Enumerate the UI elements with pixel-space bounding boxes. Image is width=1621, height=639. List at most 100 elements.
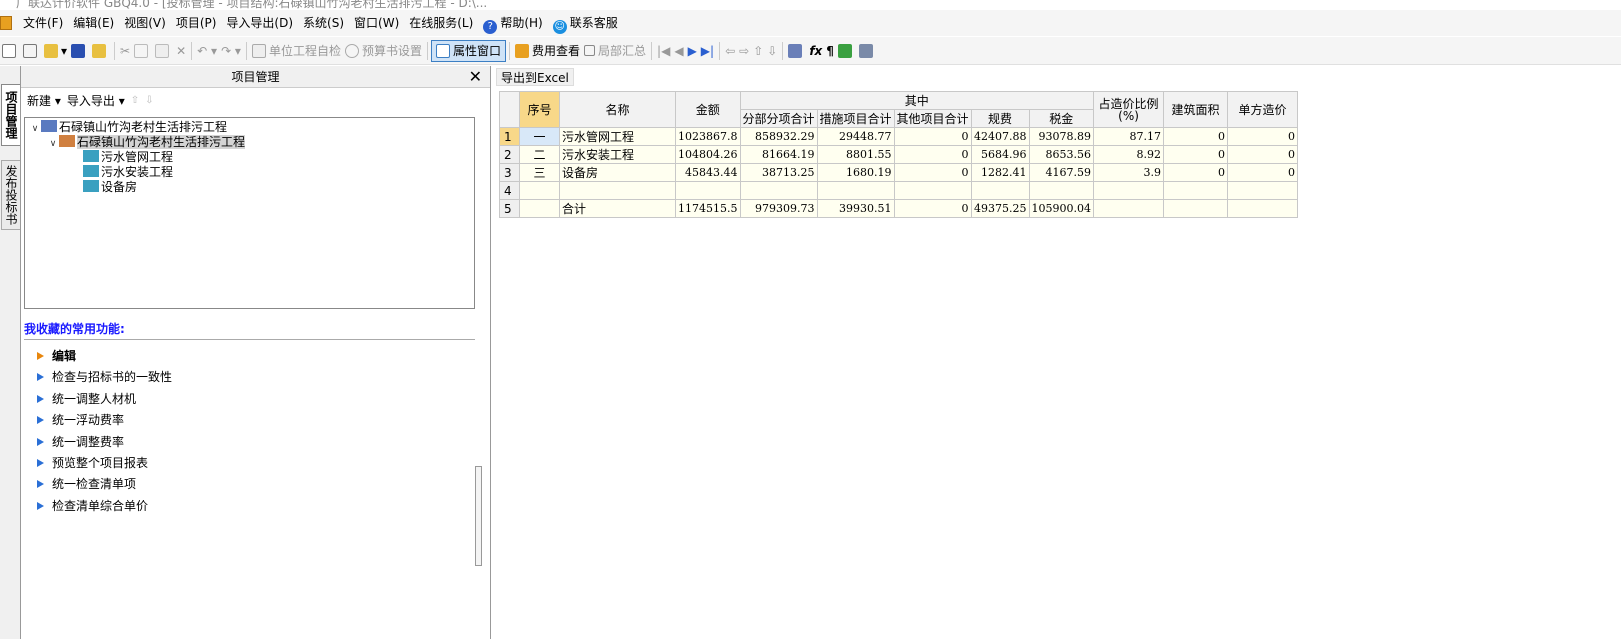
cell-fees[interactable]: 1282.41 bbox=[970, 163, 1030, 182]
col-area[interactable]: 建筑面积 bbox=[1163, 91, 1229, 128]
cell-amount[interactable]: 1023867.8 bbox=[675, 127, 741, 146]
favorite-item[interactable]: 统一检查清单项 bbox=[37, 474, 172, 495]
new-file-button[interactable] bbox=[0, 40, 21, 62]
cell-sub-items[interactable]: 979309.73 bbox=[739, 199, 818, 218]
cell-seq[interactable]: 一 bbox=[519, 127, 560, 146]
close-icon[interactable]: ✕ bbox=[469, 66, 482, 88]
cell-amount[interactable] bbox=[675, 181, 741, 200]
cell-tax[interactable] bbox=[1028, 181, 1095, 200]
table-row-total[interactable]: 5 合计 1174515.5 979309.73 39930.51 0 4937… bbox=[499, 199, 1299, 218]
cell-sub-items[interactable]: 858932.29 bbox=[739, 127, 818, 146]
move-up-icon[interactable]: ⇧ bbox=[131, 95, 139, 106]
favorite-item[interactable]: 统一调整费率 bbox=[37, 432, 172, 453]
tree-node-unit[interactable]: 污水管网工程 bbox=[83, 149, 173, 165]
cell-unit-cost[interactable]: 0 bbox=[1227, 163, 1299, 182]
collapse-icon[interactable]: ∨ bbox=[47, 136, 59, 152]
cell-other[interactable]: 0 bbox=[893, 145, 972, 164]
paste-button[interactable] bbox=[153, 40, 174, 62]
delete-button[interactable]: ✕ bbox=[174, 40, 188, 62]
tree-node-unit[interactable]: 污水安装工程 bbox=[83, 164, 173, 180]
move-right-button[interactable]: ⇨ bbox=[737, 40, 751, 62]
favorite-edit[interactable]: 编辑 bbox=[37, 346, 172, 367]
col-name[interactable]: 名称 bbox=[559, 91, 676, 128]
col-amount[interactable]: 金额 bbox=[675, 91, 741, 128]
move-down-icon[interactable]: ⇩ bbox=[145, 95, 153, 106]
cell-measures[interactable]: 29448.77 bbox=[816, 127, 895, 146]
tab-publish-bid[interactable]: 发布投标书 bbox=[1, 160, 20, 230]
cell-area[interactable]: 0 bbox=[1163, 127, 1229, 146]
cell-fees[interactable] bbox=[970, 181, 1030, 200]
cell-fees[interactable]: 5684.96 bbox=[970, 145, 1030, 164]
cell-tax[interactable]: 93078.89 bbox=[1028, 127, 1095, 146]
folder-button[interactable] bbox=[90, 40, 111, 62]
favorite-item[interactable]: 预览整个项目报表 bbox=[37, 453, 172, 474]
favorite-item[interactable]: 统一浮动费率 bbox=[37, 410, 172, 431]
menu-import-export[interactable]: 导入导出(D) bbox=[221, 13, 298, 33]
cell-ratio[interactable] bbox=[1093, 199, 1165, 218]
cell-measures[interactable]: 1680.19 bbox=[816, 163, 895, 182]
new-project-button[interactable] bbox=[21, 40, 42, 62]
cell-sub-items[interactable] bbox=[739, 181, 818, 200]
table-row[interactable]: 1 一 污水管网工程 1023867.8 858932.29 29448.77 … bbox=[499, 127, 1299, 146]
table-row[interactable]: 4 bbox=[499, 181, 1299, 200]
paragraph-button[interactable]: ¶ bbox=[824, 40, 836, 62]
next-button[interactable]: ▶ bbox=[686, 40, 699, 62]
col-ratio[interactable]: 占造价比例(%) bbox=[1093, 91, 1165, 128]
cell-unit-cost[interactable] bbox=[1227, 181, 1299, 200]
cube-button[interactable] bbox=[836, 40, 857, 62]
menu-system[interactable]: 系统(S) bbox=[298, 13, 349, 33]
cost-view-button[interactable]: 费用查看 bbox=[513, 40, 582, 62]
menu-window[interactable]: 窗口(W) bbox=[349, 13, 404, 33]
last-button[interactable]: ▶| bbox=[699, 40, 716, 62]
cut-button[interactable]: ✂ bbox=[118, 40, 132, 62]
cell-tax[interactable]: 4167.59 bbox=[1028, 163, 1095, 182]
cell-amount[interactable]: 104804.26 bbox=[675, 145, 741, 164]
open-button[interactable]: ▾ bbox=[42, 40, 69, 62]
copy-button[interactable] bbox=[132, 40, 153, 62]
cell-unit-cost[interactable]: 0 bbox=[1227, 127, 1299, 146]
prev-button[interactable]: ◀ bbox=[672, 40, 685, 62]
cell-ratio[interactable]: 87.17 bbox=[1093, 127, 1165, 146]
cell-unit-cost[interactable] bbox=[1227, 199, 1299, 218]
col-measures[interactable]: 措施项目合计 bbox=[816, 109, 895, 128]
cell-unit-cost[interactable]: 0 bbox=[1227, 145, 1299, 164]
save-button[interactable] bbox=[69, 40, 90, 62]
cell-name[interactable]: 污水安装工程 bbox=[559, 145, 676, 164]
menu-online-service[interactable]: 在线服务(L) bbox=[404, 13, 478, 33]
report-button[interactable] bbox=[857, 40, 878, 62]
import-export-dropdown[interactable]: 导入导出 ▾ bbox=[67, 92, 125, 109]
table-row[interactable]: 2 二 污水安装工程 104804.26 81664.19 8801.55 0 … bbox=[499, 145, 1299, 164]
menu-project[interactable]: 项目(P) bbox=[171, 13, 222, 33]
col-tax[interactable]: 税金 bbox=[1028, 109, 1095, 128]
favorite-item[interactable]: 检查与招标书的一致性 bbox=[37, 367, 172, 388]
cell-area[interactable] bbox=[1163, 181, 1229, 200]
cell-area[interactable] bbox=[1163, 199, 1229, 218]
cell-ratio[interactable]: 3.9 bbox=[1093, 163, 1165, 182]
cell-seq[interactable] bbox=[519, 199, 560, 218]
menu-edit[interactable]: 编辑(E) bbox=[68, 13, 119, 33]
collapse-icon[interactable]: ∨ bbox=[29, 121, 41, 137]
cell-amount[interactable]: 45843.44 bbox=[675, 163, 741, 182]
cell-other[interactable]: 0 bbox=[893, 127, 972, 146]
cell-other[interactable]: 0 bbox=[893, 163, 972, 182]
partial-summary-button[interactable]: 局部汇总 bbox=[582, 40, 648, 62]
cell-seq[interactable] bbox=[519, 181, 560, 200]
col-sub-items[interactable]: 分部分项合计 bbox=[739, 109, 818, 128]
first-button[interactable]: |◀ bbox=[655, 40, 672, 62]
cell-seq[interactable]: 三 bbox=[519, 163, 560, 182]
cell-sub-items[interactable]: 38713.25 bbox=[739, 163, 818, 182]
cell-ratio[interactable]: 8.92 bbox=[1093, 145, 1165, 164]
cell-tax[interactable]: 105900.04 bbox=[1028, 199, 1095, 218]
cell-tax[interactable]: 8653.56 bbox=[1028, 145, 1095, 164]
cell-fees[interactable]: 42407.88 bbox=[970, 127, 1030, 146]
cell-other[interactable] bbox=[893, 181, 972, 200]
cell-area[interactable]: 0 bbox=[1163, 145, 1229, 164]
table-row[interactable]: 3 三 设备房 45843.44 38713.25 1680.19 0 1282… bbox=[499, 163, 1299, 182]
move-down-button[interactable]: ⇩ bbox=[765, 40, 779, 62]
cell-seq[interactable]: 二 bbox=[519, 145, 560, 164]
move-up-button[interactable]: ⇧ bbox=[751, 40, 765, 62]
col-unit-cost[interactable]: 单方造价 bbox=[1227, 91, 1299, 128]
cell-area[interactable]: 0 bbox=[1163, 163, 1229, 182]
cell-name[interactable]: 设备房 bbox=[559, 163, 676, 182]
app-icon[interactable] bbox=[0, 16, 12, 30]
